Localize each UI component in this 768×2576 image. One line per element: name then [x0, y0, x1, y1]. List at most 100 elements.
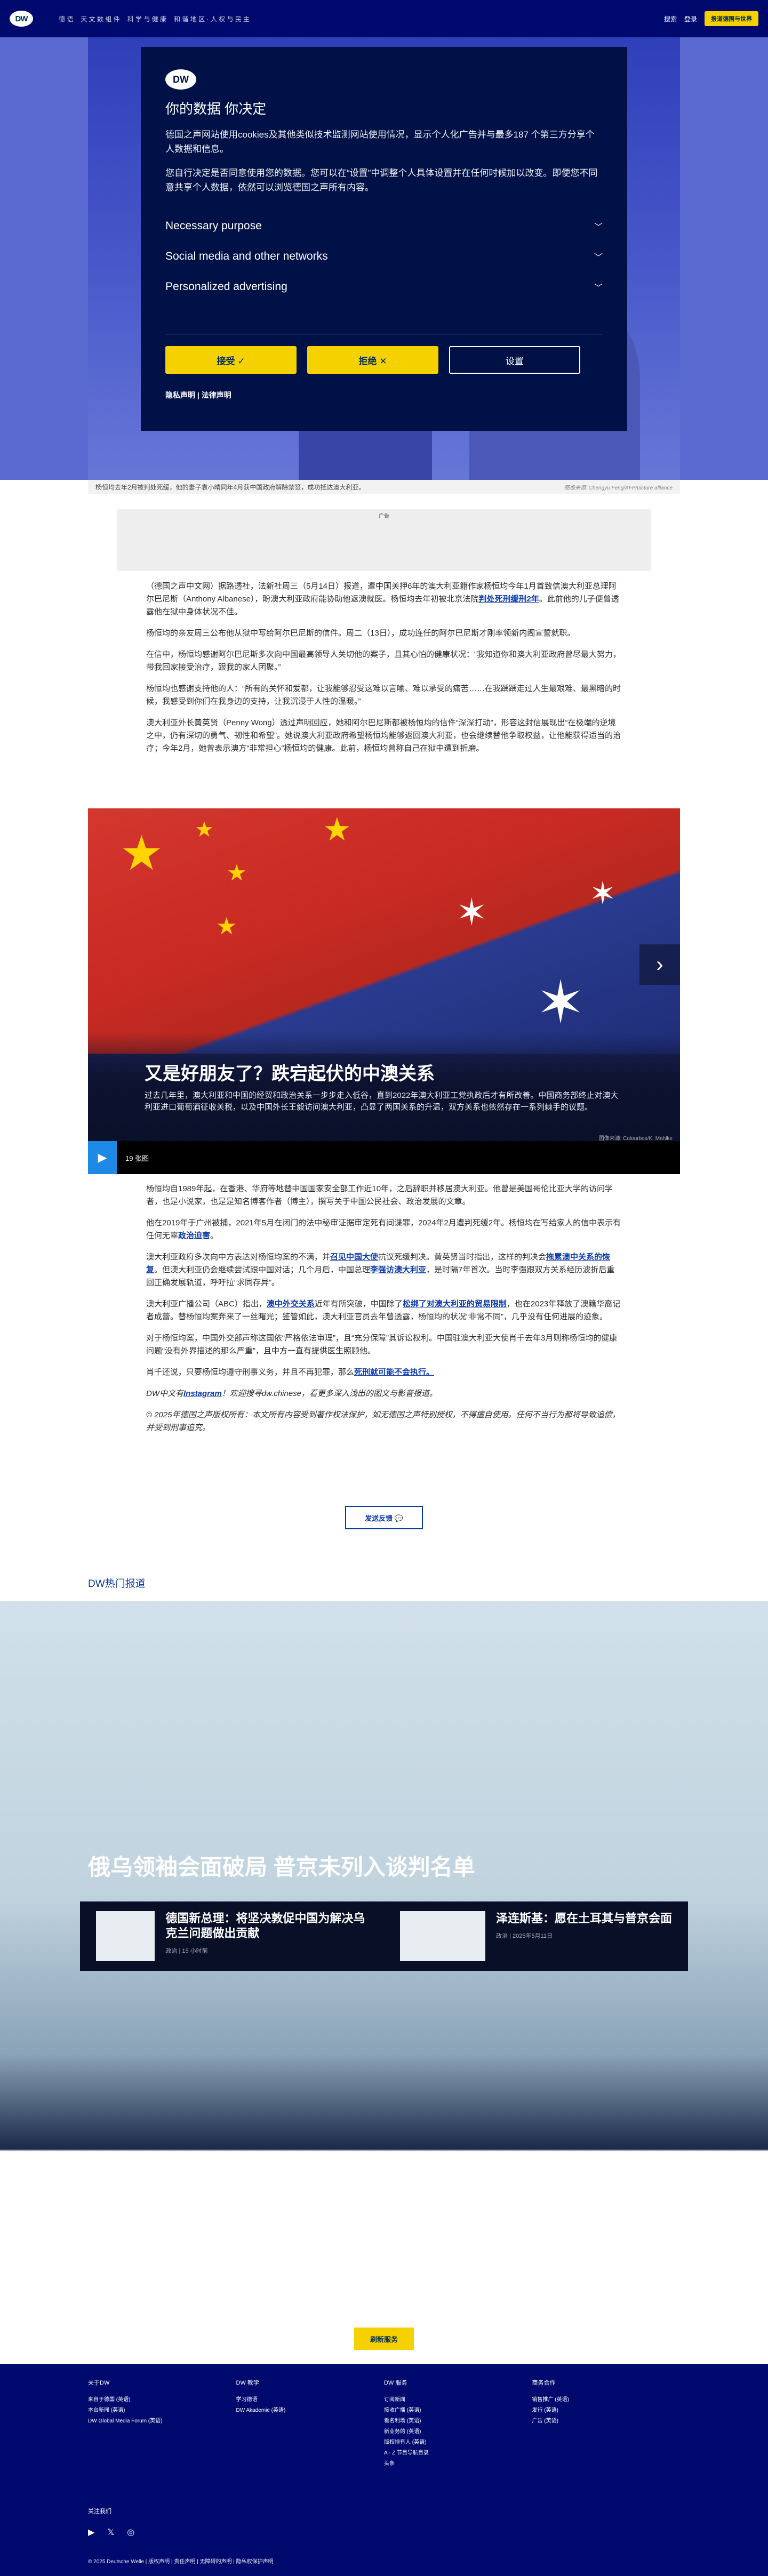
copyright-notice: © 2025年德国之声版权所有：本文所有内容受到著作权法保护，如无德国之声特别授… — [146, 1410, 620, 1432]
nav-item[interactable]: 天 文 数 组 件 — [81, 14, 119, 23]
text: ！欢迎搜寻dw.chinese，看更多深入浅出的图文与影音报道。 — [221, 1389, 437, 1398]
section-label: Necessary purpose — [165, 219, 262, 232]
paragraph: 杨恒均的亲友周三公布他从狱中写给阿尔巴尼斯的信件。周二（13日），成功连任的阿尔… — [146, 629, 575, 638]
gallery-image: ★ ★ ★ ★ ★ ✶ ✶ ✶ — [88, 808, 680, 1054]
footer-link[interactable]: 发行 (英语) — [532, 2405, 681, 2416]
star-icon: ★ — [227, 860, 247, 885]
inline-link[interactable]: 李强访澳大利亚 — [370, 1265, 426, 1274]
footer-heading: 商务合作 — [532, 2380, 556, 2386]
star-icon: ✶ — [589, 876, 617, 911]
inline-link[interactable]: 澳中外交关系 — [267, 1299, 315, 1309]
star-icon: ✶ — [536, 970, 586, 1036]
youtube-icon[interactable]: ▶ — [88, 2527, 94, 2538]
paragraph: 澳大利亚外长黄英贤（Penny Wong）透过声明回应，她和阿尔巴尼斯都被杨恒均… — [146, 718, 621, 753]
footer-link[interactable]: DW Akademie (英语) — [236, 2405, 385, 2416]
footer-link[interactable]: 头条 — [384, 2459, 532, 2469]
footer-link[interactable]: 广告 (英语) — [532, 2416, 681, 2427]
ad-label: 广告 — [379, 513, 389, 519]
gallery-bar: ▶ 19 张图 — [88, 1141, 680, 1174]
inline-link[interactable]: 判处死刑缓刑2年 — [478, 595, 539, 604]
inline-link[interactable]: 政治迫害 — [178, 1231, 210, 1240]
footer-link[interactable]: 接收广播 (英语) — [384, 2405, 532, 2416]
search-button[interactable]: 搜索 — [664, 14, 677, 23]
dialog-text: 您自行决定是否同意使用您的数据。您可以在“设置”中调整个人具体设置并在任何时候加… — [165, 168, 598, 192]
paragraph: 他在2019年于广州被捕，2021年5月在闭门的法中秘审证据审定死有间谍罪，20… — [146, 1218, 621, 1240]
social-links: ▶ 𝕏 ◎ — [88, 2527, 680, 2538]
instagram-icon[interactable]: ◎ — [127, 2527, 134, 2538]
legal-links[interactable]: © 2025 Deutsche Welle | 版权声明 | 责任声明 | 无障… — [88, 2557, 680, 2565]
consent-section-necessary[interactable]: Necessary purpose ﹀ — [165, 211, 603, 241]
section-title: DW热门报道 — [88, 1578, 146, 1590]
login-button[interactable]: 登录 — [684, 14, 697, 23]
paragraph: 对于杨恒均案，中国外交部声称这国依“严格依法审理”，且“充分保障”其诉讼权利。中… — [146, 1334, 618, 1355]
image-gallery[interactable]: ★ ★ ★ ★ ★ ✶ ✶ ✶ 又是好朋友了？跌宕起伏的中澳关系 过去几年里，澳… — [88, 808, 680, 1174]
accept-button[interactable]: 接受 ✓ — [165, 346, 297, 374]
footer: 关于DW 来自于德国 (英语) 本台新闻 (英语) DW Global Medi… — [0, 2364, 768, 2576]
reject-button[interactable]: 拒绝 ✕ — [307, 346, 438, 374]
footer-link[interactable]: 版权持有人 (英语) — [384, 2437, 532, 2448]
story-meta: 政治 | 2025年5月11日 — [496, 1933, 553, 1939]
paragraph: （德国之声中文网）据路透社，法新社周三（5月14日）报道，遭中国关押6年的澳大利… — [146, 580, 622, 619]
play-icon[interactable]: ▶ — [88, 1141, 117, 1174]
article-body: 杨恒均自1989年起，在香港、华府等地替中国国家安全部工作近10年，之后辞职并移… — [146, 1183, 622, 1443]
footer-columns: 关于DW 来自于德国 (英语) 本台新闻 (英语) DW Global Medi… — [88, 2378, 680, 2469]
image-count: 19 张图 — [125, 1154, 149, 1162]
footer-column: DW 服务 订阅新闻 接收广播 (英语) 看名利场 (英语) 新业务的 (英语)… — [384, 2378, 532, 2469]
dialog-text: 德国之声网站使用cookies及其他类似技术监测网站使用情况，显示个人化广告并与… — [165, 130, 595, 154]
load-more-button[interactable]: 刷新服务 — [354, 2328, 414, 2350]
text: 他在2019年于广州被捕，2021年5月在闭门的法中秘审证据审定死有间谍罪，20… — [146, 1218, 621, 1240]
footer-link[interactable]: 来自于德国 (英语) — [88, 2395, 236, 2405]
inline-link[interactable]: 召见中国大使 — [330, 1253, 378, 1262]
footer-link[interactable]: 看名利场 (英语) — [384, 2416, 532, 2427]
top-story-headline[interactable]: 俄乌领袖会面破局 普京未列入谈判名单 — [88, 1849, 475, 1882]
feedback-button[interactable]: 发送反馈 💬 — [345, 1506, 423, 1529]
nav-item[interactable]: 德 语 — [59, 14, 73, 23]
chevron-right-icon[interactable]: › — [639, 944, 680, 985]
settings-button[interactable]: 设置 — [449, 346, 580, 374]
inline-link[interactable]: 死刑就可能不会执行。 — [354, 1368, 434, 1377]
gallery-title[interactable]: 又是好朋友了？跌宕起伏的中澳关系 — [145, 1059, 435, 1085]
legal-link[interactable]: 法律声明 — [202, 391, 231, 399]
footer-link[interactable]: 学习德语 — [236, 2395, 385, 2405]
story-title: 德国新总理：将坚决敦促中国为解决乌克兰问题做出贡献 — [165, 1912, 365, 1940]
nav-item[interactable]: 和 谐 地 区 · 人 权 与 民 主 — [174, 14, 250, 23]
consent-sections: Necessary purpose ﹀ Social media and othe… — [165, 211, 603, 302]
text: 近年有所突破，中国除了 — [314, 1299, 403, 1309]
footer-column: DW 教学 学习德语 DW Akademie (英语) — [236, 2378, 385, 2469]
story-card[interactable]: 德国新总理：将坚决敦促中国为解决乌克兰问题做出贡献政治 | 15 小时前 — [96, 1911, 368, 1961]
x-icon[interactable]: 𝕏 — [107, 2527, 114, 2538]
dw-logo[interactable]: DW — [10, 11, 33, 27]
consent-section-advertising[interactable]: Personalized advertising ﹀ — [165, 271, 603, 302]
story-meta: 政治 | 15 小时前 — [165, 1948, 208, 1954]
consent-section-social[interactable]: Social media and other networks ﹀ — [165, 241, 603, 271]
dialog-title: 你的数据 你决定 — [165, 101, 267, 117]
paragraph: 在信中，杨恒均感谢阿尔巴尼斯多次向中国最高领导人关切他的案子，且其心怕的健康状况… — [146, 650, 621, 672]
header-actions: 搜索 登录 报道德国与世界 — [664, 11, 758, 26]
paragraph: 肖千还说，只要杨恒均遵守刑事义务，并且不再犯罪，那么死刑就可能不会执行。 — [146, 1366, 622, 1379]
gallery-description: 过去几年里，澳大利亚和中国的经贸和政治关系一步步走入低谷，直到2022年澳大利亚… — [145, 1091, 619, 1112]
footer-column: 关于DW 来自于德国 (英语) 本台新闻 (英语) DW Global Medi… — [88, 2378, 236, 2469]
nav-item[interactable]: 科 学 与 健 康 — [127, 14, 166, 23]
star-icon: ★ — [195, 818, 214, 841]
footer-link[interactable]: 新业务的 (英语) — [384, 2427, 532, 2437]
image-credit: 图像来源: Chengyu Feng/AFP/picture alliance — [564, 485, 673, 491]
privacy-link[interactable]: 隐私声明 — [165, 391, 195, 399]
story-cards: 德国新总理：将坚决敦促中国为解决乌克兰问题做出贡献政治 | 15 小时前 泽连斯… — [80, 1901, 688, 1971]
text: DW中文有 — [146, 1389, 183, 1398]
story-thumbnail — [96, 1911, 155, 1961]
footer-link[interactable]: A - Z 节目导航目录 — [384, 2448, 532, 2459]
inline-link[interactable]: 松绑了对澳大利亚的贸易限制 — [403, 1299, 507, 1309]
top-story-meta: 政治 | 1 小时前 — [88, 1882, 131, 1890]
image-caption: 杨恒均去年2月被判处死缓，他的妻子袁小晴同年4月获中国政府解除禁签，成功抵达澳大… — [88, 480, 680, 494]
instagram-link[interactable]: Instagram — [183, 1389, 222, 1398]
footer-link[interactable]: DW Global Media Forum (英语) — [88, 2416, 236, 2427]
footer-link[interactable]: 订阅新闻 — [384, 2395, 532, 2405]
language-button[interactable]: 报道德国与世界 — [705, 11, 758, 26]
cookie-consent-dialog: DW 你的数据 你决定 德国之声网站使用cookies及其他类似技术监测网站使用… — [141, 47, 627, 431]
footer-link[interactable]: 本台新闻 (英语) — [88, 2405, 236, 2416]
paragraph: 澳大利亚政府多次向中方表达对杨恒均案的不满，并召见中国大使抗议死缓判决。黄英贤当… — [146, 1251, 622, 1289]
story-card[interactable]: 泽连斯基：愿在土耳其与普京会面 政治 | 2025年5月11日 — [400, 1911, 672, 1961]
star-icon: ★ — [323, 812, 351, 847]
footer-link[interactable]: 销售推广 (英语) — [532, 2395, 681, 2405]
star-icon: ★ — [216, 913, 237, 940]
